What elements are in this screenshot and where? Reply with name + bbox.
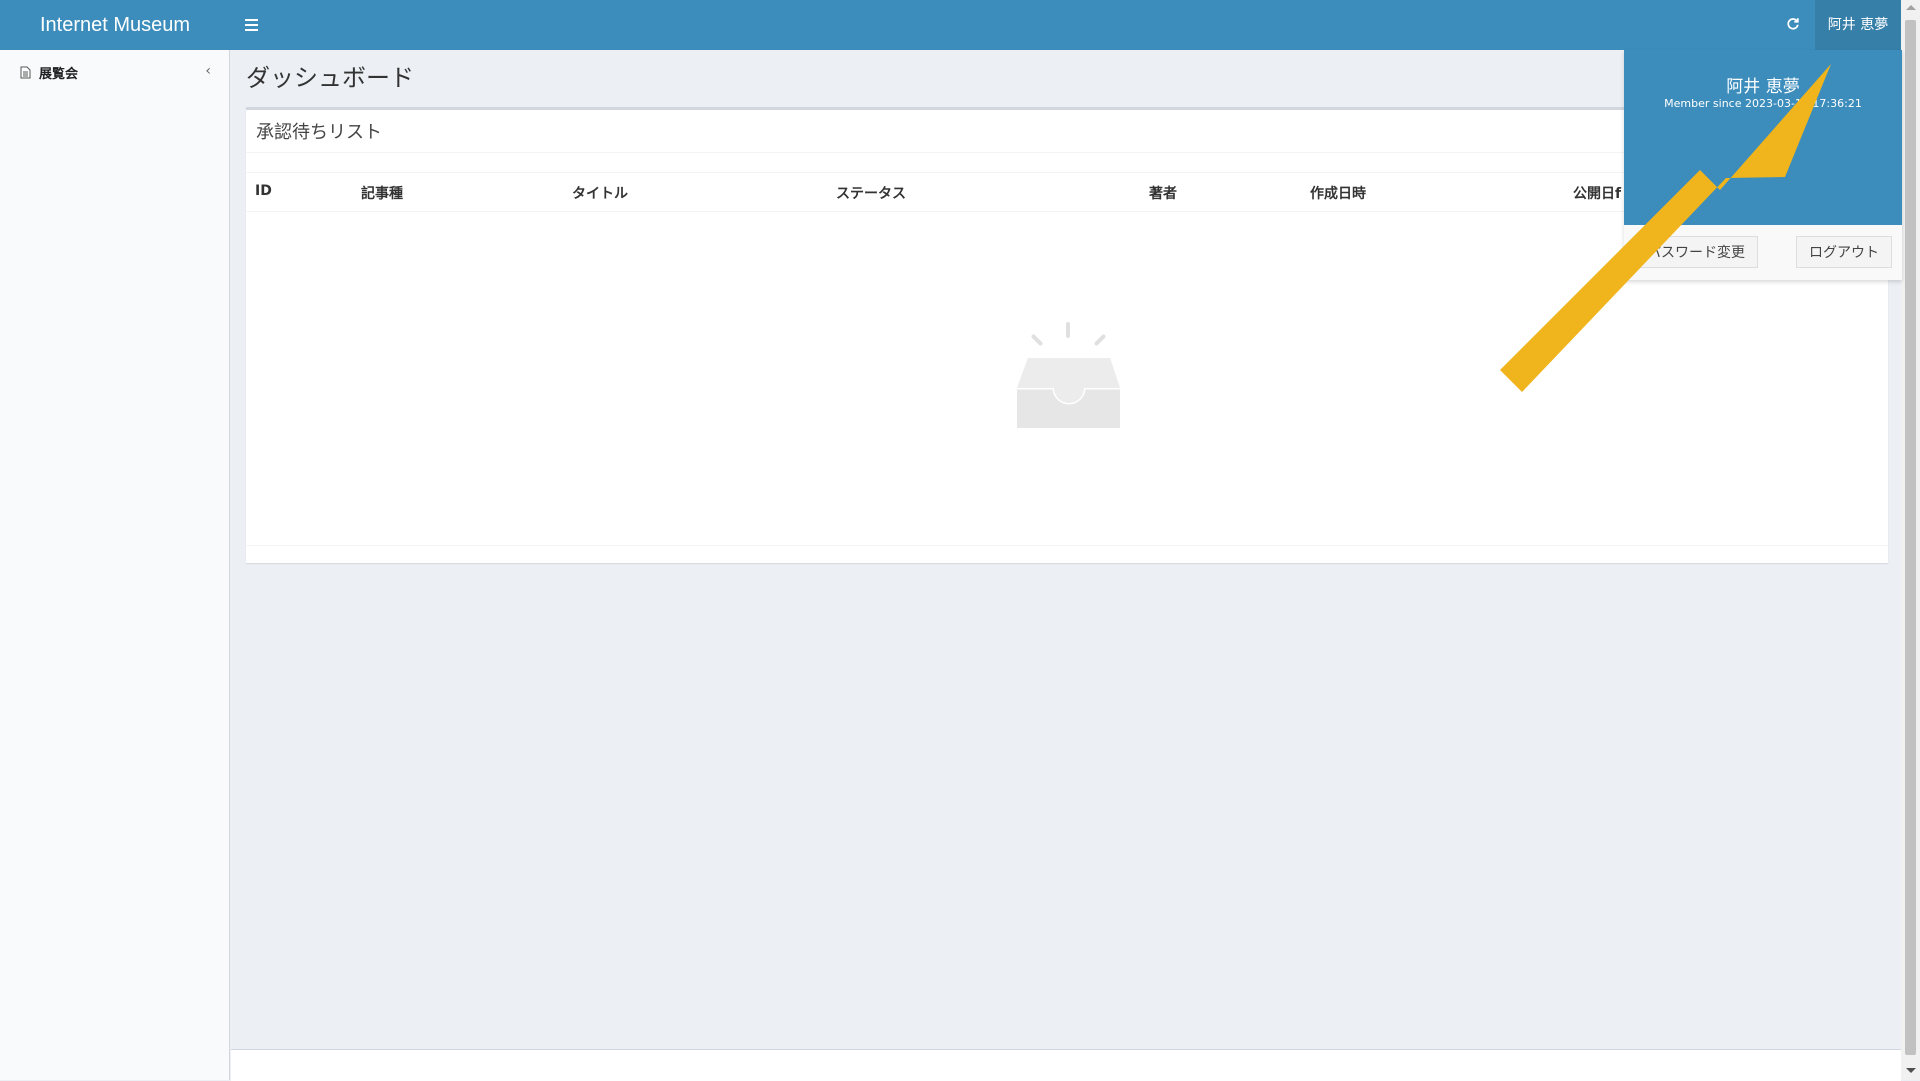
column-header-author[interactable]: 著者 bbox=[1149, 183, 1177, 203]
user-menu-button[interactable]: 阿井 恵夢 bbox=[1815, 0, 1901, 50]
column-header-created-at[interactable]: 作成日時 bbox=[1310, 183, 1366, 203]
scroll-up-arrow-icon[interactable] bbox=[1906, 5, 1916, 10]
dropdown-user-name: 阿井 恵夢 bbox=[1726, 77, 1800, 97]
chevron-left-icon[interactable]: ‹ bbox=[205, 63, 211, 79]
user-footer: パスワード変更 ログアウト bbox=[1624, 225, 1902, 280]
page-title: ダッシュボード bbox=[246, 64, 414, 92]
hamburger-menu-icon[interactable] bbox=[236, 0, 266, 50]
column-header-article-type[interactable]: 記事種 bbox=[361, 183, 403, 203]
brand-logo[interactable]: Internet Museum bbox=[0, 0, 230, 50]
user-dropdown-menu: 阿井 恵夢 Member since 2023-03-13 17:36:21 パ… bbox=[1624, 50, 1902, 280]
box-title: 承認待ちリスト bbox=[256, 122, 382, 143]
empty-inbox-icon bbox=[1014, 318, 1124, 442]
page-footer bbox=[231, 1049, 1901, 1081]
refresh-icon[interactable] bbox=[1778, 0, 1808, 50]
box-footer bbox=[246, 545, 1888, 546]
column-header-title[interactable]: タイトル bbox=[572, 183, 628, 203]
logout-button[interactable]: ログアウト bbox=[1796, 236, 1892, 268]
vertical-scrollbar[interactable] bbox=[1901, 0, 1920, 1080]
column-header-status[interactable]: ステータス bbox=[836, 183, 906, 203]
document-icon bbox=[18, 65, 32, 79]
sidebar-item-label: 展覧会 bbox=[39, 66, 79, 82]
sidebar-item-exhibitions[interactable]: 展覧会 ‹ bbox=[0, 58, 229, 86]
column-header-id[interactable]: ID bbox=[255, 183, 272, 199]
column-header-published-at[interactable]: 公開日f bbox=[1573, 183, 1621, 203]
scroll-down-arrow-icon[interactable] bbox=[1906, 1068, 1916, 1073]
member-since-text: Member since 2023-03-13 17:36:21 bbox=[1664, 97, 1862, 110]
user-header: 阿井 恵夢 Member since 2023-03-13 17:36:21 bbox=[1624, 50, 1902, 225]
scrollbar-thumb[interactable] bbox=[1905, 20, 1916, 1055]
top-header: Internet Museum 阿井 恵夢 bbox=[0, 0, 1901, 50]
sidebar: 展覧会 ‹ bbox=[0, 50, 230, 1080]
change-password-button[interactable]: パスワード変更 bbox=[1634, 236, 1758, 268]
